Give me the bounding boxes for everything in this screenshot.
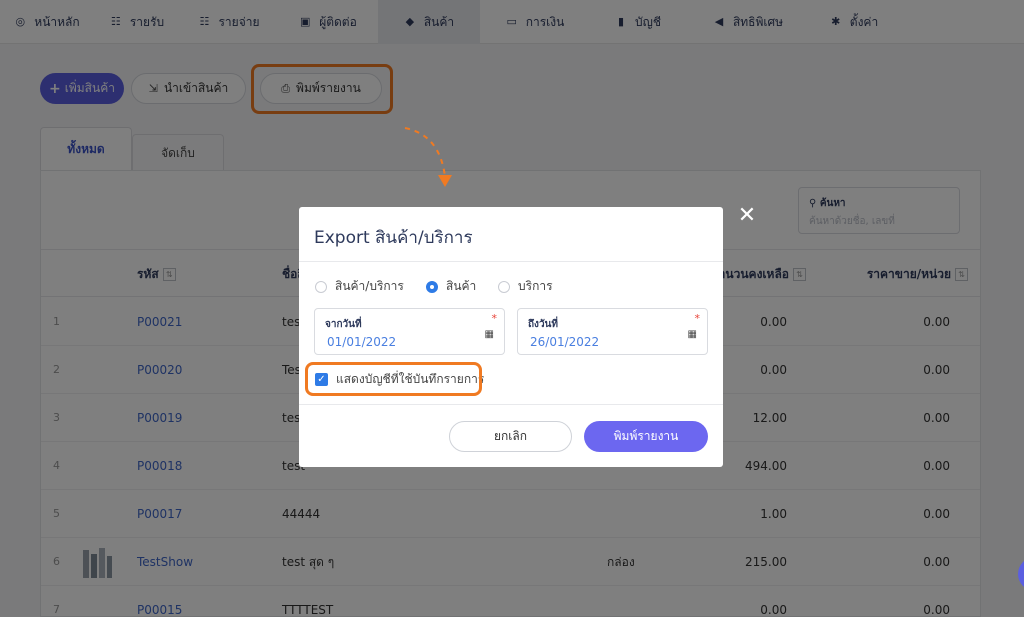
modal-divider — [299, 261, 723, 262]
radio-button-selected[interactable] — [426, 280, 438, 293]
to-date-value: 26/01/2022 — [530, 335, 600, 349]
required-marker: * — [694, 312, 701, 325]
radio-button[interactable] — [498, 280, 510, 293]
cancel-label: ยกเลิก — [493, 429, 528, 443]
calendar-icon[interactable]: ▦ — [485, 329, 494, 340]
cancel-button[interactable]: ยกเลิก — [449, 421, 572, 452]
to-date-field[interactable]: ถึงวันที่ * ▦ 26/01/2022 — [517, 308, 708, 355]
confirm-label: พิมพ์รายงาน — [613, 429, 679, 443]
from-date-field[interactable]: จากวันที่ * ▦ 01/01/2022 — [314, 308, 505, 355]
modal-divider — [299, 404, 723, 405]
radio-service[interactable]: บริการ — [498, 277, 553, 296]
radio-label: บริการ — [518, 279, 553, 293]
hint-arrow-icon — [404, 127, 452, 187]
to-date-label: ถึงวันที่ — [528, 319, 558, 330]
calendar-icon[interactable]: ▦ — [688, 329, 697, 340]
radio-product[interactable]: สินค้า — [426, 277, 476, 296]
radio-label: สินค้า/บริการ — [335, 279, 404, 293]
from-date-value: 01/01/2022 — [327, 335, 397, 349]
modal-title: Export สินค้า/บริการ — [314, 228, 473, 248]
radio-button[interactable] — [315, 280, 327, 293]
radio-label: สินค้า — [446, 279, 477, 293]
required-marker: * — [491, 312, 498, 325]
radio-all[interactable]: สินค้า/บริการ — [315, 277, 404, 296]
from-date-label: จากวันที่ — [325, 319, 362, 330]
close-icon[interactable]: ✕ — [736, 205, 758, 227]
print-report-confirm-button[interactable]: พิมพ์รายงาน — [584, 421, 708, 452]
export-modal: Export สินค้า/บริการ สินค้า/บริการ สินค้… — [299, 207, 723, 467]
checkbox-highlight — [305, 362, 482, 396]
